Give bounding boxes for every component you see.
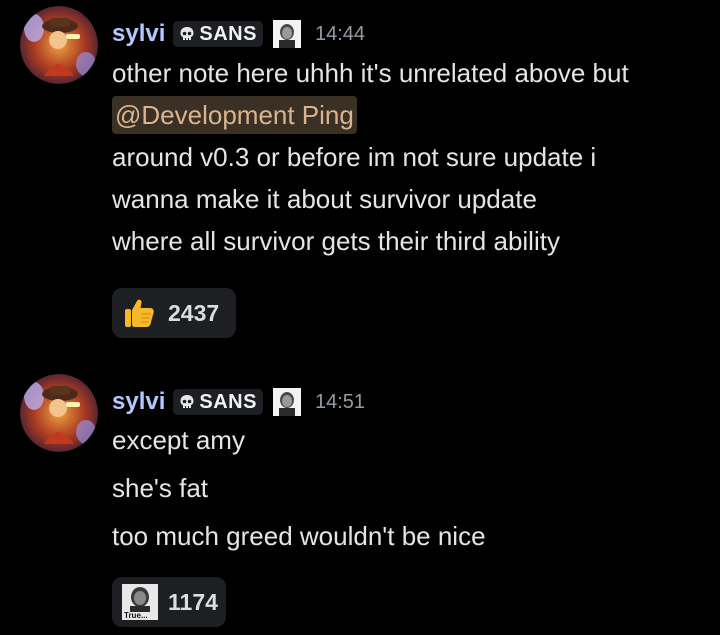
message-content: other note here uhhh it's unrelated abov…: [112, 52, 712, 262]
server-tag[interactable]: SANS: [173, 21, 263, 47]
skull-icon: [179, 26, 195, 42]
true-meme-icon: True...: [122, 584, 158, 620]
username[interactable]: sylvi: [112, 388, 165, 416]
reaction-button[interactable]: 2437: [112, 288, 236, 338]
reaction-count: 1174: [168, 588, 218, 615]
message-line: she's fat: [112, 473, 209, 503]
message-line: wanna make it about survivor update: [112, 184, 537, 214]
thumbs-up-icon: [122, 295, 158, 331]
message-header: sylvi SANS 14:51: [112, 385, 365, 419]
message-line: other note here uhhh it's unrelated abov…: [112, 58, 629, 88]
message-header: sylvi SANS 14:44: [112, 17, 365, 51]
timestamp: 14:44: [314, 22, 366, 45]
timestamp: 14:51: [314, 390, 366, 413]
message-line: around v0.3 or before im not sure update…: [112, 142, 597, 172]
avatar[interactable]: [20, 374, 98, 452]
server-tag-label: SANS: [199, 22, 257, 45]
message-content: except amy she's fat too much greed woul…: [112, 416, 712, 560]
skull-icon: [179, 394, 195, 410]
message-line: where all survivor gets their third abil…: [112, 226, 560, 256]
true-meme-caption: True...: [124, 611, 148, 620]
reaction-count: 2437: [168, 299, 220, 326]
message-line: except amy: [112, 425, 245, 455]
server-tag[interactable]: SANS: [173, 389, 263, 415]
profile-badge-icon[interactable]: [272, 20, 301, 48]
server-tag-label: SANS: [199, 390, 257, 413]
profile-badge-icon[interactable]: [272, 388, 301, 416]
role-mention[interactable]: @Development Ping: [112, 96, 357, 134]
message-line: @Development Ping: [112, 94, 712, 136]
avatar[interactable]: [20, 6, 98, 84]
message-line: too much greed wouldn't be nice: [112, 521, 486, 551]
username[interactable]: sylvi: [112, 20, 165, 48]
reaction-button[interactable]: True... 1174: [112, 577, 226, 627]
